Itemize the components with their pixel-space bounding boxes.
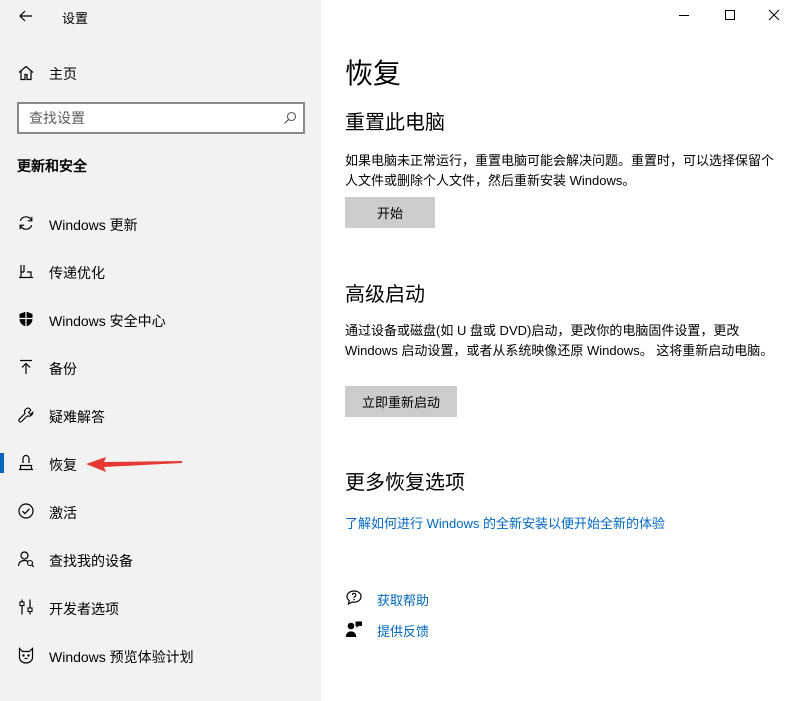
get-help-label: 获取帮助 (377, 593, 430, 608)
sidebar-item-activation[interactable]: 激活 (0, 488, 321, 534)
sidebar-item-label: 备份 (49, 361, 77, 377)
sidebar-item-label: Windows 预览体验计划 (49, 649, 194, 665)
restart-now-button[interactable]: 立即重新启动 (345, 386, 457, 417)
sidebar-item-windows-insider[interactable]: Windows 预览体验计划 (0, 632, 321, 678)
feedback-link[interactable]: 提供反馈 (345, 618, 545, 640)
page-title: 恢复 (345, 58, 402, 89)
person-locate-icon (17, 551, 35, 568)
sidebar-item-label: 开发者选项 (49, 601, 119, 617)
back-button[interactable] (13, 4, 39, 28)
fresh-start-link[interactable]: 了解如何进行 Windows 的全新安装以便开始全新的体验 (345, 513, 665, 532)
delivery-optimization-icon (19, 265, 33, 279)
wrench-icon (18, 407, 34, 423)
search-input[interactable] (19, 104, 269, 132)
sidebar-item-developer-options[interactable]: 开发者选项 (0, 584, 321, 630)
sidebar-item-label: 查找我的设备 (49, 553, 133, 569)
check-circle-icon (18, 503, 34, 519)
minimize-icon (679, 15, 689, 16)
nav-home-label: 主页 (49, 66, 77, 82)
advanced-startup-heading: 高级启动 (345, 284, 425, 306)
sidebar-item-label: 恢复 (49, 457, 77, 473)
maximize-icon (725, 10, 735, 20)
advanced-startup-description: 通过设备或磁盘(如 U 盘或 DVD)启动，更改你的电脑固件设置，更改 Wind… (345, 323, 774, 358)
get-help-link[interactable]: 获取帮助 (345, 587, 545, 609)
reset-start-button[interactable]: 开始 (345, 197, 435, 228)
sidebar: 设置 主页 更新和安全 Windows 更新 传递优化 Windows 安全中心… (0, 0, 321, 701)
sidebar-item-label: 传递优化 (49, 265, 105, 281)
backup-arrow-icon (20, 359, 32, 374)
sidebar-item-windows-update[interactable]: Windows 更新 (0, 200, 321, 246)
search-box[interactable] (17, 102, 305, 134)
close-icon (768, 9, 780, 21)
sidebar-item-windows-security[interactable]: Windows 安全中心 (0, 296, 321, 342)
section-heading: 更新和安全 (17, 158, 87, 174)
home-icon (18, 65, 34, 81)
feedback-label: 提供反馈 (377, 624, 430, 639)
reset-description: 如果电脑未正常运行，重置电脑可能会解决问题。重置时，可以选择保留个人文件或删除个… (345, 153, 775, 188)
insider-cat-icon (18, 647, 34, 664)
more-options-heading: 更多恢复选项 (345, 472, 465, 494)
sidebar-item-label: 疑难解答 (49, 409, 105, 425)
sidebar-item-label: 激活 (49, 505, 77, 521)
main-content: 恢复 重置此电脑 如果电脑未正常运行，重置电脑可能会解决问题。重置时，可以选择保… (321, 0, 797, 701)
maximize-button[interactable] (707, 0, 753, 30)
search-icon (284, 111, 297, 124)
minimize-button[interactable] (661, 0, 707, 30)
annotation-arrow (86, 457, 182, 472)
app-title: 设置 (62, 11, 89, 26)
nav-home[interactable]: 主页 (0, 56, 321, 90)
sidebar-item-troubleshoot[interactable]: 疑难解答 (0, 392, 321, 438)
recovery-icon (19, 454, 33, 471)
active-indicator (0, 453, 4, 473)
sidebar-item-backup[interactable]: 备份 (0, 344, 321, 390)
back-arrow-icon (19, 10, 32, 22)
sidebar-item-label: Windows 安全中心 (49, 313, 166, 329)
reset-heading: 重置此电脑 (345, 112, 445, 134)
help-chat-icon (346, 590, 362, 606)
close-button[interactable] (751, 0, 797, 30)
sidebar-item-find-my-device[interactable]: 查找我的设备 (0, 536, 321, 582)
shield-icon (19, 311, 33, 327)
sidebar-item-delivery-optimization[interactable]: 传递优化 (0, 248, 321, 294)
feedback-icon (345, 621, 362, 637)
sync-icon (19, 216, 33, 230)
developer-tools-icon (19, 599, 33, 615)
sidebar-item-label: Windows 更新 (49, 217, 138, 233)
